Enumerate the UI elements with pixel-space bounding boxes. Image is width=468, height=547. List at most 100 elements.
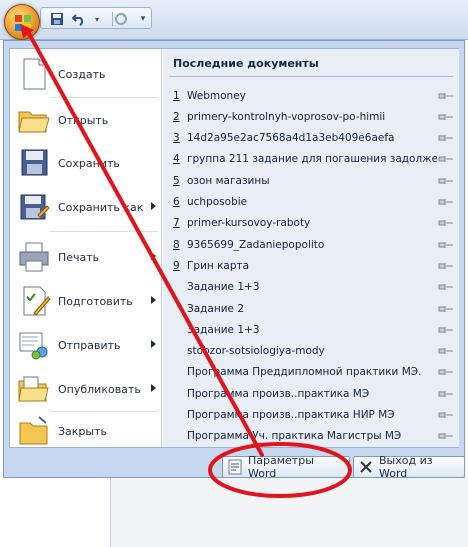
pin-icon[interactable] <box>437 260 455 272</box>
send-icon <box>16 327 52 363</box>
menu-item-label: Создать <box>58 67 106 81</box>
redo-icon[interactable] <box>113 11 129 27</box>
pin-icon[interactable] <box>437 217 455 229</box>
recent-document-item[interactable]: Задание 1+3 <box>163 319 459 340</box>
save-as-icon <box>16 189 52 225</box>
pin-icon[interactable] <box>437 132 455 144</box>
pin-icon[interactable] <box>437 111 455 123</box>
submenu-arrow-icon <box>151 340 156 348</box>
pin-icon[interactable] <box>437 303 455 315</box>
menu-item-prepare[interactable]: Подготовить <box>14 279 158 323</box>
pin-icon[interactable] <box>437 366 455 378</box>
undo-dropdown-icon[interactable]: ▾ <box>89 11 105 27</box>
menu-item-save[interactable]: Сохранить <box>14 141 158 185</box>
close-folder-icon <box>16 413 52 449</box>
submenu-arrow-icon <box>151 202 156 210</box>
submenu-arrow-icon <box>151 252 156 260</box>
menu-item-publish[interactable]: Опубликовать <box>14 367 158 411</box>
pin-icon[interactable] <box>437 281 455 293</box>
pin-icon[interactable] <box>437 175 455 187</box>
recent-document-name: Задание 2 <box>187 302 245 315</box>
office-menu: Создать Открыть Сохранить Сохранить как … <box>3 40 465 480</box>
menu-item-print[interactable]: Печать <box>14 235 158 279</box>
menu-item-label: Сохранить как <box>58 200 144 214</box>
recent-document-item[interactable]: stobzor-sotsiologiya-mody <box>163 341 459 362</box>
recent-document-name: primery-kontrolnyh-voprosov-po-himii <box>187 110 386 123</box>
pin-icon[interactable] <box>437 153 455 165</box>
submenu-arrow-icon <box>151 384 156 392</box>
undo-icon[interactable] <box>71 11 87 27</box>
word-options-button[interactable]: Параметры Word <box>222 454 350 480</box>
recent-document-item[interactable]: Задание 2 <box>163 298 459 319</box>
save-icon[interactable] <box>49 11 65 27</box>
menu-divider <box>50 231 158 232</box>
recent-document-item[interactable]: 9 Грин карта <box>163 255 459 276</box>
recent-document-item[interactable]: 4 группа 211 задание для погашения задолж… <box>163 149 459 170</box>
menu-item-label: Подготовить <box>58 294 133 308</box>
exit-word-label: Выход из Word <box>379 454 433 480</box>
recent-document-item[interactable]: Задание 1+3 <box>163 277 459 298</box>
office-logo-icon <box>15 15 31 31</box>
menu-item-save-as[interactable]: Сохранить как <box>14 185 158 229</box>
menu-item-close[interactable]: Закрыть <box>14 409 158 453</box>
menu-item-label: Опубликовать <box>58 382 141 396</box>
recent-document-item[interactable]: Программа Преддипломной практики МЭ. <box>163 362 459 383</box>
close-icon <box>358 459 374 475</box>
recent-document-item[interactable]: 2 primery-kontrolnyh-voprosov-po-himii <box>163 106 459 127</box>
office-menu-panel: Создать Открыть Сохранить Сохранить как … <box>9 48 459 448</box>
pin-icon[interactable] <box>437 239 455 251</box>
recent-document-name: Программа произв..практика НИР МЭ <box>187 409 395 421</box>
menu-item-label: Закрыть <box>58 424 107 438</box>
recent-document-name: Грин карта <box>187 259 250 272</box>
recent-document-item[interactable]: Программа произв..практика МЭ <box>163 383 459 404</box>
recent-document-item[interactable]: 8 9365699_Zadaniepopolito <box>163 234 459 255</box>
recent-document-number: 1 <box>173 89 180 102</box>
recent-document-item[interactable]: 7 primer-kursovoy-raboty <box>163 213 459 234</box>
menu-item-new[interactable]: Создать <box>14 52 158 96</box>
office-button[interactable] <box>4 4 40 40</box>
recent-document-name: 14d2a95e2ac7568a4d1a3eb409e6aefa <box>187 132 395 145</box>
recent-document-name: Webmoney <box>187 89 246 102</box>
recent-document-name: Программа Преддипломной практики МЭ. <box>187 366 422 379</box>
recent-document-item[interactable]: 6 uchposobie <box>163 192 459 213</box>
word-options-label: Параметры Word <box>248 454 314 480</box>
pin-icon[interactable] <box>437 430 455 442</box>
commands-pane: Создать Открыть Сохранить Сохранить как … <box>10 49 162 447</box>
recent-document-number: 5 <box>173 174 180 187</box>
publish-icon <box>16 371 52 407</box>
quick-access-toolbar: ▾ ▾ <box>0 0 468 40</box>
recent-document-number: 4 <box>173 153 180 166</box>
recent-document-name: stobzor-sotsiologiya-mody <box>187 345 325 358</box>
recent-document-item[interactable]: 5 озон магазины <box>163 170 459 191</box>
document-page-area <box>110 478 468 547</box>
recent-document-item[interactable]: 1 Webmoney <box>163 85 459 106</box>
pin-icon[interactable] <box>437 409 455 421</box>
recent-document-name: Программа Уч. практика Магистры МЭ <box>187 430 402 443</box>
customize-qat-icon[interactable]: ▾ <box>135 11 151 27</box>
recent-document-item[interactable]: Программа Уч. практика Магистры МЭ <box>163 426 459 447</box>
pin-icon[interactable] <box>437 196 455 208</box>
exit-word-button[interactable]: Выход из Word <box>353 454 465 480</box>
recent-document-number: 6 <box>173 196 180 208</box>
menu-item-label: Отправить <box>58 338 121 352</box>
recent-document-name: Задание 1+3 <box>187 323 260 336</box>
menu-item-label: Сохранить <box>58 156 120 170</box>
recent-document-number: 9 <box>173 259 180 272</box>
recent-document-item[interactable]: 3 14d2a95e2ac7568a4d1a3eb409e6aefa <box>163 128 459 149</box>
pin-icon[interactable] <box>437 388 455 400</box>
recent-document-name: primer-kursovoy-raboty <box>187 217 311 230</box>
recent-document-number: 3 <box>173 132 180 145</box>
word-options-icon <box>227 459 243 475</box>
recent-document-item[interactable]: Программа произв..практика НИР МЭ <box>163 405 459 426</box>
pin-icon[interactable] <box>437 90 455 102</box>
prepare-icon <box>16 283 52 319</box>
recent-document-name: группа 211 задание для погашения задолже… <box>187 153 437 166</box>
save-icon <box>16 145 52 181</box>
pin-icon[interactable] <box>437 324 455 336</box>
menu-item-send[interactable]: Отправить <box>14 323 158 367</box>
qat-strip: ▾ ▾ <box>40 7 152 29</box>
menu-item-label: Открыть <box>58 113 109 127</box>
recent-document-name: Программа произв..практика МЭ <box>187 387 370 400</box>
menu-item-open[interactable]: Открыть <box>14 98 158 142</box>
pin-icon[interactable] <box>437 345 455 357</box>
